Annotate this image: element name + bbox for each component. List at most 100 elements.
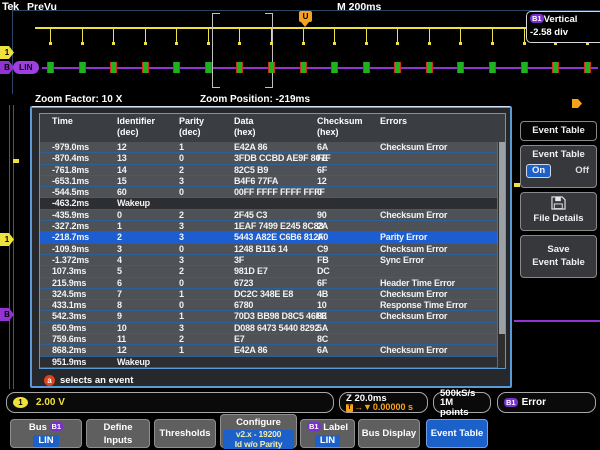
b1-badge: B1: [307, 422, 321, 431]
table-row[interactable]: -979.0ms121E42A 866AChecksum Error: [40, 142, 505, 153]
overview-waveform[interactable]: U 1 B LIN: [0, 10, 600, 95]
cell-p: 3: [179, 176, 184, 187]
trigger-time-readout: T →▼ 0.00000 s: [346, 403, 413, 413]
table-row[interactable]: 324.5ms71DC2C 348E E84BChecksum Error: [40, 289, 505, 300]
dialog-footer: a selects an event: [44, 373, 133, 387]
cell-c: 6A: [317, 142, 328, 153]
table-row[interactable]: -109.9ms301248 B116 14C9Checksum Error: [40, 244, 505, 255]
cell-id: Wakeup: [117, 198, 150, 209]
bus-packet: [110, 62, 117, 73]
file-details-button[interactable]: File Details: [520, 192, 597, 231]
table-row[interactable]: -435.9ms022F45 C390Checksum Error: [40, 210, 505, 221]
ch1-pulse: [82, 28, 83, 44]
bus-packet: [47, 62, 54, 73]
cell-t: 951.9ms: [52, 357, 86, 368]
cell-p: 2: [179, 266, 184, 277]
cell-p: 3: [179, 232, 184, 243]
graticule-left-outer: [9, 105, 10, 389]
table-row[interactable]: -463.2ms Wakeup: [40, 198, 505, 209]
bus-display-button[interactable]: Bus Display: [358, 419, 420, 448]
cell-e: Checksum Error: [380, 244, 447, 255]
scrollbar-thumb[interactable]: [499, 142, 505, 334]
cell-e: Header Time Error: [380, 278, 455, 289]
trigger-position-marker[interactable]: U: [299, 11, 312, 22]
bus-marker[interactable]: B: [0, 61, 14, 74]
cell-c: DC: [317, 266, 330, 277]
zoom-timebase-readout: Z 20.0ms T →▼ 0.00000 s: [339, 392, 428, 413]
cell-c: 90: [317, 210, 327, 221]
bus-button-label: Bus: [29, 422, 47, 433]
ch1-marker[interactable]: 1: [0, 46, 14, 59]
toggle-label: Event Table: [521, 149, 596, 160]
ch1-scale-value: 2.00 V: [36, 397, 65, 408]
configure-label: Configure: [221, 416, 296, 429]
label-value-chip: LIN: [315, 435, 340, 447]
cell-t: 650.9ms: [52, 323, 86, 334]
table-row[interactable]: -544.5ms60000FF FFFF FFFF FFFF0: [40, 187, 505, 198]
cell-d: 5443 A82E C6B6 812F: [234, 232, 323, 243]
configure-parity: Id w/o Parity: [224, 440, 293, 450]
cell-d: DC2C 348E E8: [234, 289, 293, 300]
cell-id: 6: [117, 278, 122, 289]
ch1-pulse: [334, 28, 335, 44]
table-row[interactable]: 951.9msWakeup: [40, 357, 505, 368]
ch1-scale-readout: 1 2.00 V: [6, 392, 334, 413]
column-header: Time: [52, 116, 73, 127]
cell-p: 2: [179, 165, 184, 176]
footer-hint-text: selects an event: [60, 375, 133, 386]
table-row[interactable]: 215.9ms6067236FHeader Time Error: [40, 278, 505, 289]
table-row[interactable]: -327.2ms131EAF 7499 E245 8C832A: [40, 221, 505, 232]
cell-p: 2: [179, 334, 184, 345]
thresholds-button[interactable]: Thresholds: [154, 419, 216, 448]
cell-d: 00FF FFFF FFFF FFFF: [234, 187, 325, 198]
scrollbar[interactable]: [497, 142, 505, 368]
zoom-ch1-marker[interactable]: 1: [0, 233, 14, 246]
table-row[interactable]: 433.1ms80678010Response Time Error: [40, 300, 505, 311]
cell-e: Response Time Error: [380, 300, 467, 311]
cell-d: E42A 86: [234, 345, 267, 356]
toggle-on-button[interactable]: On: [526, 164, 551, 178]
table-row[interactable]: -761.8ms14282C5 B96F: [40, 165, 505, 176]
save-event-table-button[interactable]: Save Event Table: [520, 235, 597, 278]
table-row[interactable]: 759.6ms112E78C: [40, 334, 505, 345]
cell-c: 5A: [317, 323, 328, 334]
cell-p: 3: [179, 255, 184, 266]
bus-packet: [426, 62, 433, 73]
column-header: Data(hex): [234, 116, 256, 138]
table-row[interactable]: -1.372ms433FFBSync Error: [40, 255, 505, 266]
b1-badge: B1: [530, 14, 544, 23]
cell-id: 4: [117, 255, 122, 266]
zoom-bus-marker[interactable]: B: [0, 308, 14, 321]
table-row[interactable]: 868.2ms121E42A 866AChecksum Error: [40, 345, 505, 356]
zoom-bracket-left[interactable]: [212, 13, 222, 88]
cell-id: 7: [117, 289, 122, 300]
table-row[interactable]: -653.1ms153B4F6 77FA12: [40, 176, 505, 187]
label-button[interactable]: B1 Label LIN: [300, 419, 355, 448]
ch1-pulse: [113, 28, 114, 44]
cell-c: 6F: [317, 278, 327, 289]
cell-c: 0: [317, 187, 322, 198]
table-row[interactable]: -870.4ms1303FDB CCBD AE9F 807FFE: [40, 153, 505, 164]
cell-d: 2F45 C3: [234, 210, 267, 221]
table-row[interactable]: 107.3ms52981D E7DC: [40, 266, 505, 277]
cell-id: 12: [117, 142, 127, 153]
cell-id: 12: [117, 345, 127, 356]
table-row[interactable]: 542.3ms9170D3 BB98 D8C5 46FE83Checksum E…: [40, 311, 505, 322]
cell-t: -463.2ms: [52, 198, 89, 209]
ch1-pulse: [303, 28, 304, 44]
bus-packet: [363, 62, 370, 73]
toggle-off-button[interactable]: Off: [575, 164, 589, 178]
menu-page-icon: [572, 99, 582, 108]
configure-button[interactable]: Configure v2.x - 19200 Id w/o Parity: [220, 414, 297, 448]
cell-t: 542.3ms: [52, 311, 86, 322]
cell-e: Checksum Error: [380, 142, 447, 153]
cell-id: 2: [117, 232, 122, 243]
zoom-bracket-right[interactable]: [263, 13, 273, 88]
bus-button[interactable]: Bus B1 LIN: [10, 419, 82, 448]
cell-id: 15: [117, 176, 127, 187]
table-row[interactable]: -218.7ms235443 A82E C6B6 812FA0Parity Er…: [40, 232, 505, 243]
define-inputs-button[interactable]: Define Inputs: [86, 419, 150, 448]
event-table-button[interactable]: Event Table: [426, 419, 488, 448]
zoom-position-readout: Zoom Position: -219ms: [200, 94, 310, 105]
table-row[interactable]: 650.9ms103D088 6473 5440 82925A: [40, 323, 505, 334]
